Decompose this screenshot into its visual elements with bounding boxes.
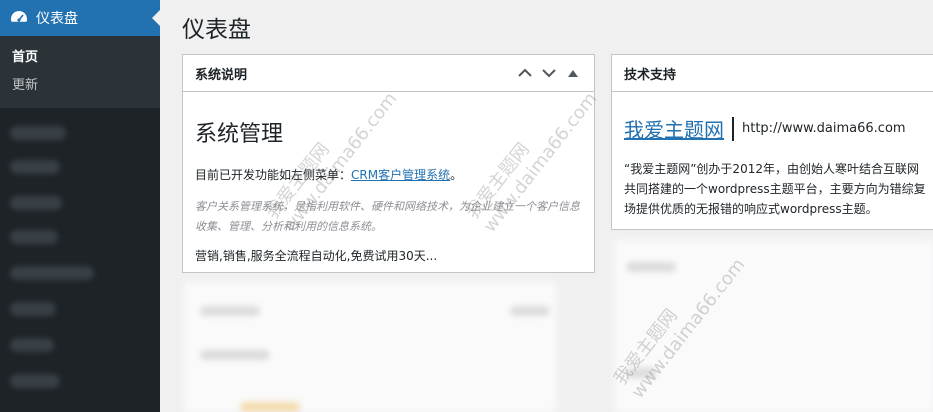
blurred-menu-item <box>10 160 60 174</box>
submenu-item-updates[interactable]: 更新 <box>0 72 160 100</box>
blurred-text <box>240 402 300 412</box>
blurred-text <box>626 368 656 378</box>
blurred-menu-item <box>10 302 56 316</box>
blurred-menu-item <box>10 230 58 244</box>
separator <box>732 116 734 141</box>
intro-prefix: 目前已开发功能如左侧菜单： <box>195 168 352 182</box>
support-brand-row: 我爱主题网 http://www.daima66.com <box>624 114 933 143</box>
blurred-text <box>510 306 550 316</box>
blurred-widget <box>184 282 556 412</box>
system-description: 客户关系管理系统，是指利用软件、硬件和网络技术，为企业建立一个客户信息收集、管理… <box>195 200 580 233</box>
widget-heading: 系统管理 <box>195 122 284 147</box>
move-down-icon[interactable] <box>540 64 558 82</box>
support-text-line: 共同搭建的一个wordpress主题平台，主要方向为错综复 <box>624 182 926 196</box>
blurred-text <box>626 262 676 272</box>
blurred-text <box>200 350 270 360</box>
blurred-menu-items <box>0 116 160 412</box>
blurred-menu-item <box>10 196 62 210</box>
submenu-item-home[interactable]: 首页 <box>0 44 160 72</box>
blurred-text <box>200 306 260 316</box>
page-title: 仪表盘 <box>182 17 251 43</box>
admin-sidebar: 仪表盘 首页 更新 <box>0 0 160 412</box>
support-text-line: “我爱主题网”创办于2012年，由创始人寒叶结合互联网 <box>624 162 919 176</box>
move-up-icon[interactable] <box>516 64 534 82</box>
current-menu-arrow <box>152 10 160 26</box>
collapse-toggle-icon[interactable] <box>564 64 582 82</box>
support-description: “我爱主题网”创办于2012年，由创始人寒叶结合互联网 共同搭建的一个wordp… <box>624 159 933 219</box>
support-url: http://www.daima66.com <box>742 121 906 136</box>
widget-handle-actions <box>516 64 582 82</box>
dashboard-gauge-icon <box>10 9 28 27</box>
support-text-line: 场提供优质的无报错的响应式wordpress主题。 <box>624 202 878 216</box>
blurred-menu-item <box>10 126 66 140</box>
dashboard-submenu: 首页 更新 <box>0 36 160 108</box>
system-footer-text: 营销,销售,服务全流程自动化,免费试用30天... <box>195 249 438 263</box>
system-info-widget: 系统说明 系统管理 目前已开发功能如左侧菜单：CRM客户管理系统。 客户关系管理… <box>182 54 595 273</box>
blurred-menu-item <box>10 266 94 280</box>
blurred-menu-item <box>10 374 60 388</box>
widget-header: 系统说明 <box>183 55 594 92</box>
widget-header: 技术支持 <box>612 55 933 92</box>
widget-title: 系统说明 <box>195 67 248 83</box>
widget-title: 技术支持 <box>624 67 677 83</box>
support-brand-link[interactable]: 我爱主题网 <box>624 114 724 143</box>
intro-suffix: 。 <box>450 168 463 182</box>
tech-support-widget: 技术支持 我爱主题网 http://www.daima66.com “我爱主题网… <box>611 54 933 230</box>
crm-link[interactable]: CRM客户管理系统 <box>351 168 450 182</box>
blurred-menu-item <box>10 338 54 352</box>
intro-line: 目前已开发功能如左侧菜单：CRM客户管理系统。 <box>195 166 582 183</box>
menu-item-dashboard[interactable]: 仪表盘 <box>0 0 160 36</box>
menu-item-dashboard-label: 仪表盘 <box>36 11 78 27</box>
